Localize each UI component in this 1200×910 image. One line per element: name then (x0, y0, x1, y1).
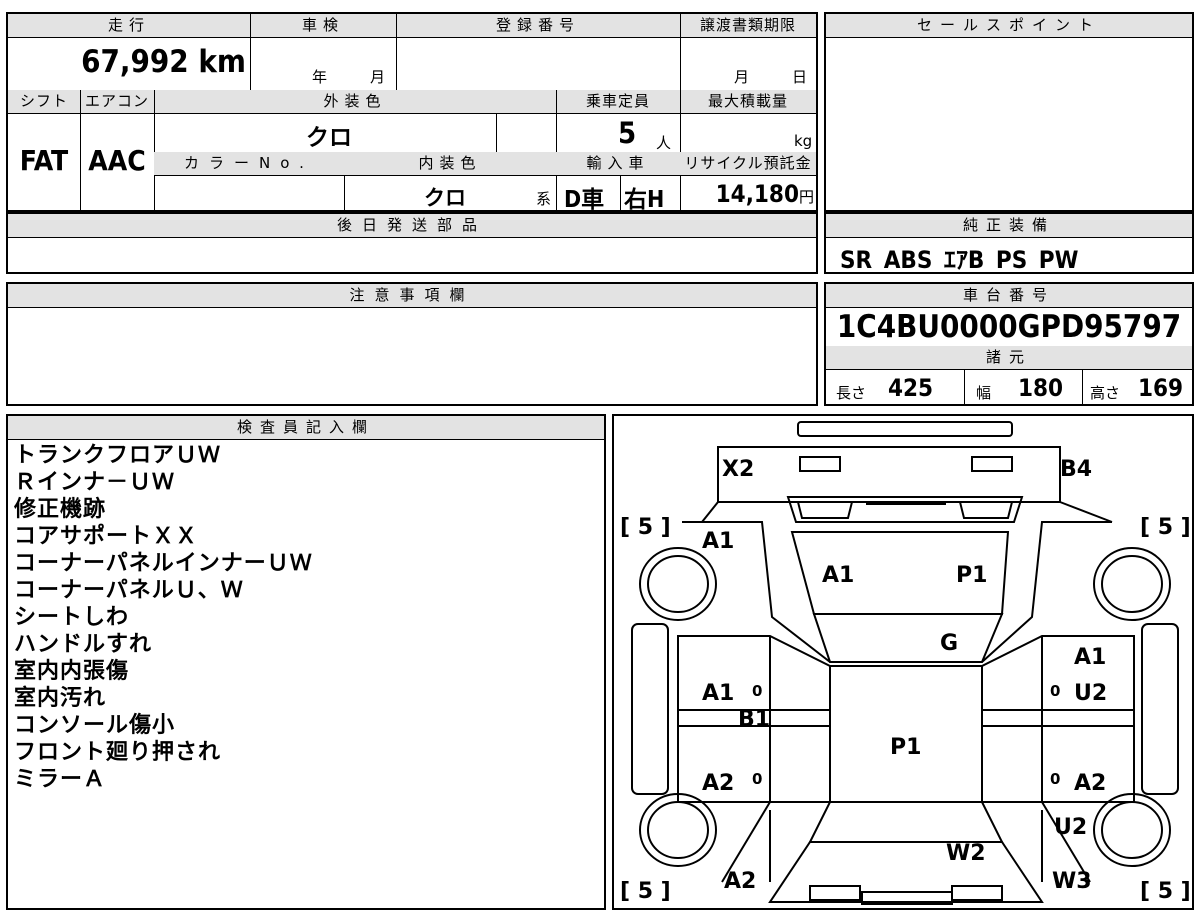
door-mark-right-rear: 0 (1050, 682, 1060, 700)
transfer-month-unit: 月 (734, 68, 750, 86)
height-label: 高さ (1090, 384, 1121, 402)
rear-left-code: X2 (722, 457, 754, 482)
chassis-box: 車台番号 1C4BU0000GPD95797 諸元 長さ 425 幅 180 高… (824, 282, 1194, 406)
door-mark-left-front: 0 (752, 770, 762, 788)
right-fender-code: U2 (1054, 815, 1087, 840)
recycle-value: 14,180円 (680, 180, 814, 208)
list-item: 修正機跡 (14, 497, 107, 522)
tire-rear-left: [ 5 ] (620, 515, 671, 540)
vehicle-info-table: 走行 車検 登録番号 譲渡書類期限 67,992 km 年 月 月 日 シフト … (6, 12, 818, 213)
max-load-unit: kg (794, 132, 813, 150)
width-label: 幅 (976, 384, 992, 402)
damage-diagram-box: [ 5 ] [ 5 ] [ 5 ] [ 5 ] X2 B4 A1 A1 P1 G… (612, 414, 1194, 910)
list-item: 室内汚れ (14, 686, 107, 711)
exterior-color-header: 外装色 (154, 90, 556, 114)
max-load-header: 最大積載量 (680, 90, 816, 114)
hood-code: W2 (946, 841, 986, 866)
list-item: コーナーパネルインナーＵＷ (14, 551, 313, 576)
roof-code: P1 (890, 735, 921, 760)
transfer-day-unit: 日 (792, 68, 808, 86)
import-header: 輸入車 (556, 152, 680, 176)
mileage-header: 走行 (8, 14, 250, 38)
car-diagram: [ 5 ] [ 5 ] [ 5 ] [ 5 ] X2 B4 A1 A1 P1 G… (620, 421, 1191, 905)
list-item: トランクフロアＵＷ (14, 443, 222, 468)
length-value: 425 (888, 374, 934, 402)
inspection-year-unit: 年 (312, 68, 328, 86)
right-rear-door-u-code: U2 (1074, 681, 1107, 706)
sales-point-header: セールスポイント (826, 14, 1192, 38)
list-item: コーナーパネルＵ、Ｗ (14, 578, 244, 603)
door-mark-left-rear: 0 (752, 682, 762, 700)
length-label: 長さ (836, 384, 867, 402)
rear-right-code: B4 (1060, 457, 1092, 482)
capacity-value: 5 (618, 116, 637, 150)
import-d-value: D車 (564, 187, 605, 213)
aircon-value: AAC (88, 144, 146, 177)
registration-header: 登録番号 (396, 14, 680, 38)
exterior-color-value: クロ (306, 125, 352, 151)
caution-box: 注意事項欄 (6, 282, 818, 406)
mileage-value: 67,992 km (8, 44, 246, 80)
list-item: 室内内張傷 (14, 659, 130, 684)
later-parts-box: 後日発送部品 (6, 212, 818, 274)
list-item: Ｒインナ－ＵＷ (14, 470, 176, 495)
interior-color-suffix: 系 (536, 190, 552, 208)
height-value: 169 (1138, 374, 1184, 402)
genuine-equipment-box: 純正装備 SR ABS ｴｱB PS PW (824, 212, 1194, 274)
recycle-amount: 14,180 (715, 180, 799, 208)
interior-color-value: クロ (424, 186, 466, 210)
aircon-header: エアコン (80, 90, 154, 114)
mileage-number: 67,992 (81, 44, 189, 80)
inspector-notes: トランクフロアＵＷ Ｒインナ－ＵＷ 修正機跡 コアサポートＸＸ コーナーパネルイ… (14, 442, 313, 793)
chassis-header: 車台番号 (826, 284, 1192, 308)
import-h-value: 右H (624, 187, 665, 213)
inspection-month-unit: 月 (370, 68, 386, 86)
recycle-header: リサイクル預託金 (680, 152, 816, 176)
transfer-deadline-header: 譲渡書類期限 (680, 14, 816, 38)
interior-color-header: 内装色 (344, 152, 556, 176)
inspector-box: 検査員記入欄 トランクフロアＵＷ Ｒインナ－ＵＷ 修正機跡 コアサポートＸＸ コ… (6, 414, 606, 910)
width-value: 180 (1018, 374, 1064, 402)
left-pillar-code: B1 (738, 707, 770, 732)
list-item: ハンドルすれ (14, 632, 153, 657)
list-item: フロント廻り押され (14, 740, 222, 765)
left-front-door-code: A2 (702, 771, 734, 796)
list-item: シートしわ (14, 605, 130, 630)
genuine-equipment-header: 純正装備 (826, 214, 1192, 238)
recycle-unit: 円 (798, 188, 814, 206)
tire-front-right: [ 5 ] (1140, 879, 1191, 904)
rear-quarter-left-code: A1 (702, 529, 734, 554)
color-no-header: カラーNo. (154, 152, 344, 176)
later-parts-header: 後日発送部品 (8, 214, 816, 238)
tire-front-left: [ 5 ] (620, 879, 671, 904)
list-item: コンソール傷小 (14, 713, 176, 738)
shift-header: シフト (8, 90, 80, 114)
caution-header: 注意事項欄 (8, 284, 816, 308)
list-item: コアサポートＸＸ (14, 524, 199, 549)
specs-header: 諸元 (826, 346, 1192, 370)
right-front-door-code: A2 (1074, 771, 1106, 796)
capacity-unit: 人 (656, 134, 672, 152)
inspector-header: 検査員記入欄 (8, 416, 604, 440)
tire-rear-right: [ 5 ] (1140, 515, 1191, 540)
trunk-a-code: A1 (822, 563, 854, 588)
capacity-header: 乗車定員 (556, 90, 680, 114)
genuine-equipment-value: SR ABS ｴｱB PS PW (840, 246, 1079, 274)
right-rear-door-a-code: A1 (1074, 645, 1106, 670)
glass-code: G (940, 631, 958, 656)
door-mark-right-front: 0 (1050, 770, 1060, 788)
inspection-header: 車検 (250, 14, 396, 38)
sales-point-box: セールスポイント (824, 12, 1194, 212)
trunk-p-code: P1 (956, 563, 987, 588)
left-rear-door-code: A1 (702, 681, 734, 706)
mileage-unit: km (198, 44, 246, 80)
shift-value: FAT (19, 144, 69, 177)
chassis-number: 1C4BU0000GPD95797 (836, 309, 1182, 345)
front-left-code: A2 (724, 869, 756, 894)
front-right-code: W3 (1052, 869, 1092, 894)
list-item: ミラーＡ (14, 767, 107, 792)
